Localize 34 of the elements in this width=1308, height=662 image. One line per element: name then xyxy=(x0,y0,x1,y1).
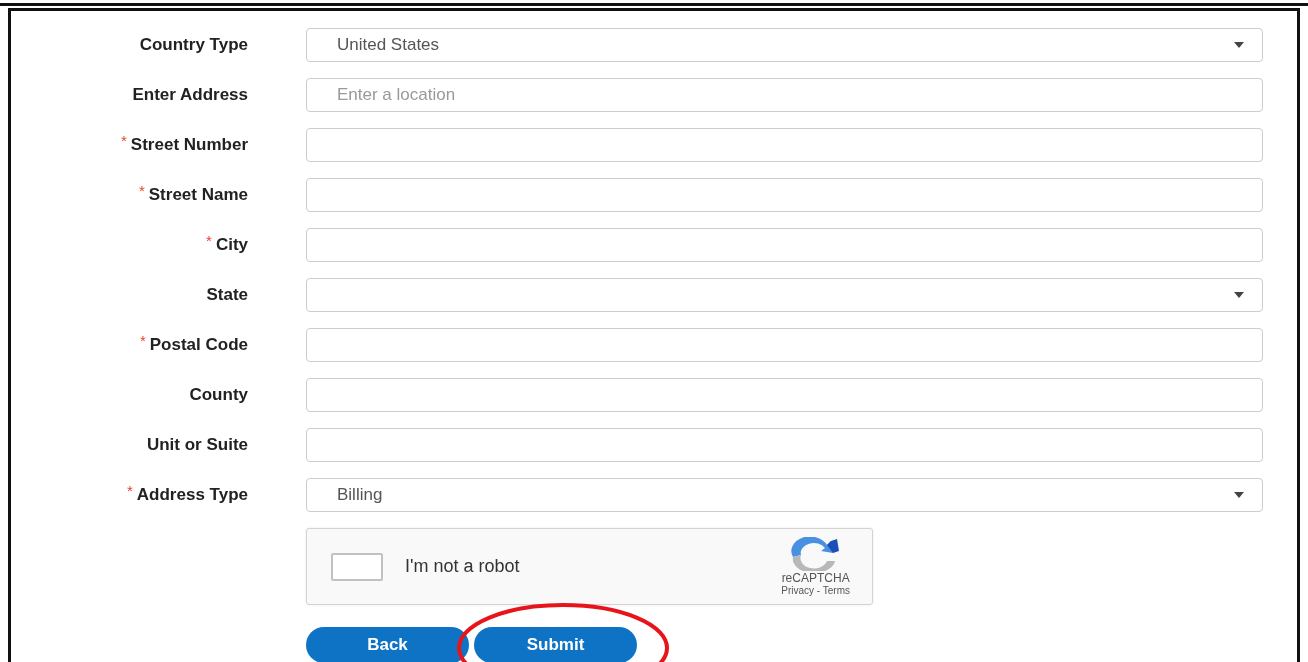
field-label: Street Number xyxy=(130,135,248,155)
field-label: Unit or Suite xyxy=(146,435,248,455)
field-label: Postal Code xyxy=(149,335,248,355)
text-field[interactable] xyxy=(306,228,1263,262)
field-label: Enter Address xyxy=(132,85,248,105)
caret-icon xyxy=(1234,42,1244,48)
form-button[interactable]: Submit xyxy=(474,627,637,662)
caret-icon xyxy=(1234,292,1244,298)
text-field[interactable] xyxy=(306,178,1263,212)
required-marker: * xyxy=(139,333,146,348)
field-label: Address Type xyxy=(136,485,248,505)
dropdown-field[interactable]: United States xyxy=(306,28,1263,62)
required-marker: * xyxy=(206,233,212,248)
text-field[interactable] xyxy=(306,378,1263,412)
checkbox[interactable] xyxy=(331,552,383,581)
text-field[interactable] xyxy=(306,128,1263,162)
captcha-label: I'm not a robot xyxy=(405,556,520,577)
required-marker: * xyxy=(138,183,145,198)
captcha-brand: reCAPTCHA xyxy=(781,571,850,585)
text-field[interactable] xyxy=(306,328,1263,362)
field-label: State xyxy=(206,285,248,305)
field-label: County xyxy=(189,385,248,405)
required-marker: * xyxy=(127,483,133,498)
dropdown-field[interactable]: Billing xyxy=(306,478,1263,512)
field-label: Country Type xyxy=(139,35,248,55)
privacy-terms-links[interactable]: Privacy - Terms xyxy=(781,585,850,596)
field-label: City xyxy=(215,235,248,255)
required-marker: * xyxy=(121,133,127,148)
dropdown-field[interactable] xyxy=(306,278,1263,312)
text-field[interactable] xyxy=(306,428,1263,462)
text-field[interactable]: Enter a location xyxy=(306,78,1263,112)
field-label: Street Name xyxy=(148,185,248,205)
caret-icon xyxy=(1234,492,1244,498)
form-button[interactable]: Back xyxy=(306,627,469,662)
